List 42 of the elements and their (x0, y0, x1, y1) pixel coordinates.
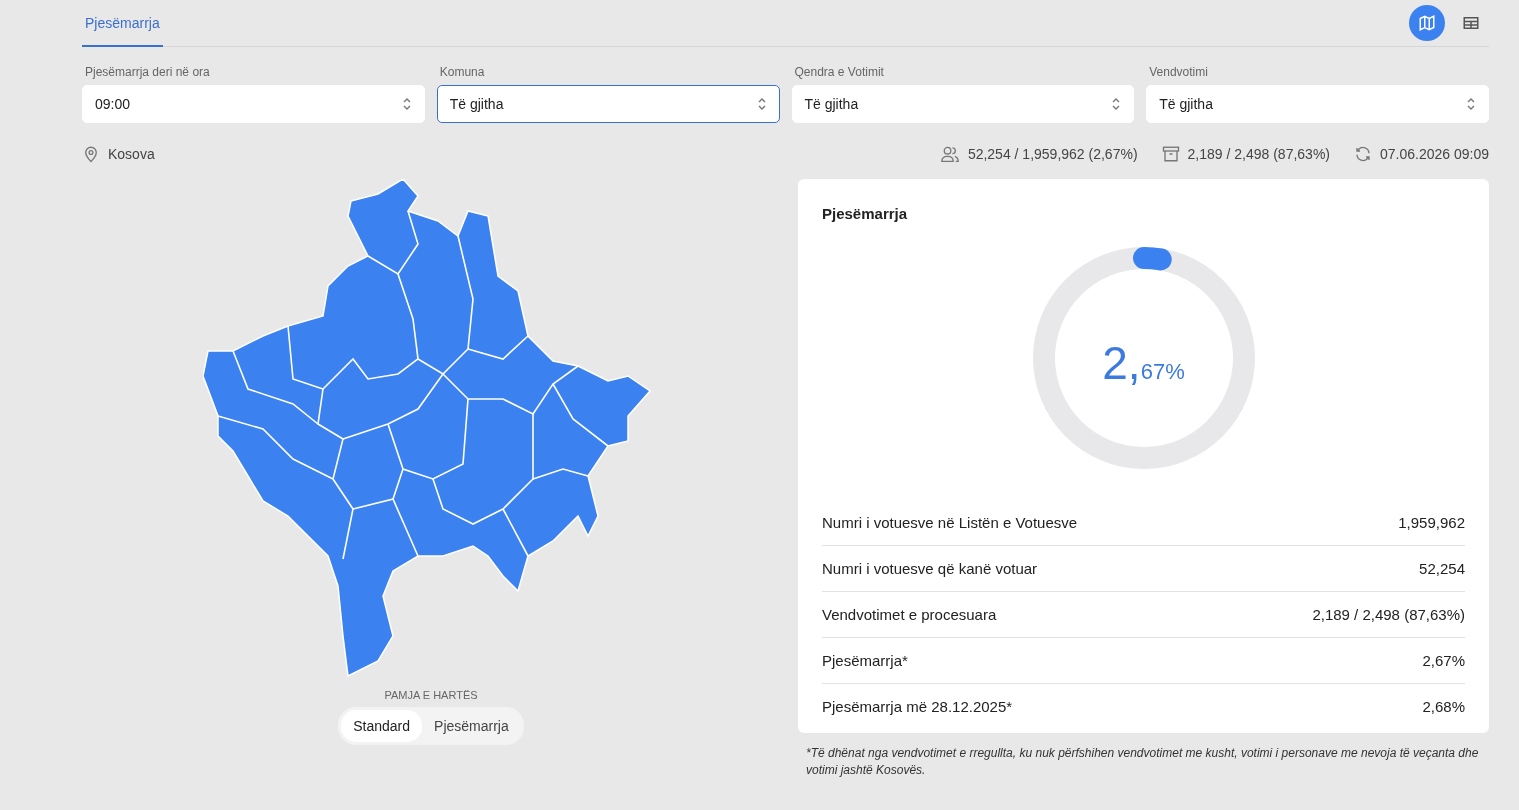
row-value: 2,67% (1422, 652, 1465, 669)
row-label: Pjesëmarrja* (822, 652, 908, 669)
location-label: Kosova (108, 146, 155, 162)
chevron-up-down-icon (1111, 96, 1122, 112)
row-label: Numri i votuesve që kanë votuar (822, 560, 1038, 577)
select-field[interactable]: 09:00 (82, 85, 425, 123)
stat-text: 2,189 / 2,498 (87,63%) (1187, 146, 1330, 162)
refresh-icon (1354, 145, 1372, 163)
chevron-up-down-icon (1466, 96, 1476, 112)
row-value: 2,189 / 2,498 (87,63%) (1312, 606, 1465, 623)
filter-label: Qendra e Votimit (793, 65, 885, 79)
chevron-up-down-icon (401, 96, 412, 112)
segment-option[interactable]: Pjesëmarrja (422, 710, 521, 742)
table-icon (1462, 14, 1480, 32)
filter-label: Vendvotimi (1148, 65, 1209, 79)
select-field[interactable]: Të gjitha (791, 85, 1135, 123)
map-view-label: PAMJA E HARTËS (384, 689, 478, 701)
row-label: Pjesëmarrja më 28.12.2025* (822, 698, 1013, 715)
percent-whole: 2, (1102, 336, 1141, 390)
row-label: Vendvotimet e procesuara (822, 606, 997, 623)
segment-option[interactable]: Standard (341, 710, 423, 742)
map-drawing[interactable] (203, 179, 651, 677)
row-value: 52,254 (1419, 560, 1465, 577)
map-view-button[interactable] (1409, 5, 1445, 41)
map-icon (1418, 14, 1436, 32)
stat-text: 07.06.2026 09:09 (1380, 146, 1489, 162)
percent-fraction: 67% (1140, 359, 1185, 385)
stat-text: 52,254 / 1,959,962 (2,67%) (967, 146, 1138, 162)
filter-label: Pjesëmarrja deri në ora (84, 65, 211, 79)
filter-label: Komuna (438, 65, 486, 79)
row-label: Numri i votuesve në Listën e Votuesve (822, 514, 1078, 531)
card-title: Pjesëmarrja (822, 205, 909, 222)
select-field[interactable]: Të gjitha (436, 85, 780, 123)
chevron-up-down-icon (756, 96, 767, 112)
row-value: 1,959,962 (1398, 514, 1465, 531)
footnote: *Të dhënat nga vendvotimet e rregullta, ku nuk përfshihen vendvotimet me kusht, votimi i personave me nevoja të veçanta dhe votimi jashtë Kosovës. (806, 745, 1480, 779)
people-icon (939, 145, 960, 163)
location-pin-icon (82, 145, 100, 163)
select-field[interactable]: Të gjitha (1146, 85, 1489, 123)
tab[interactable]: Pjesëmarrja (82, 0, 163, 47)
row-value: 2,68% (1422, 698, 1465, 715)
box-icon (1161, 145, 1180, 163)
